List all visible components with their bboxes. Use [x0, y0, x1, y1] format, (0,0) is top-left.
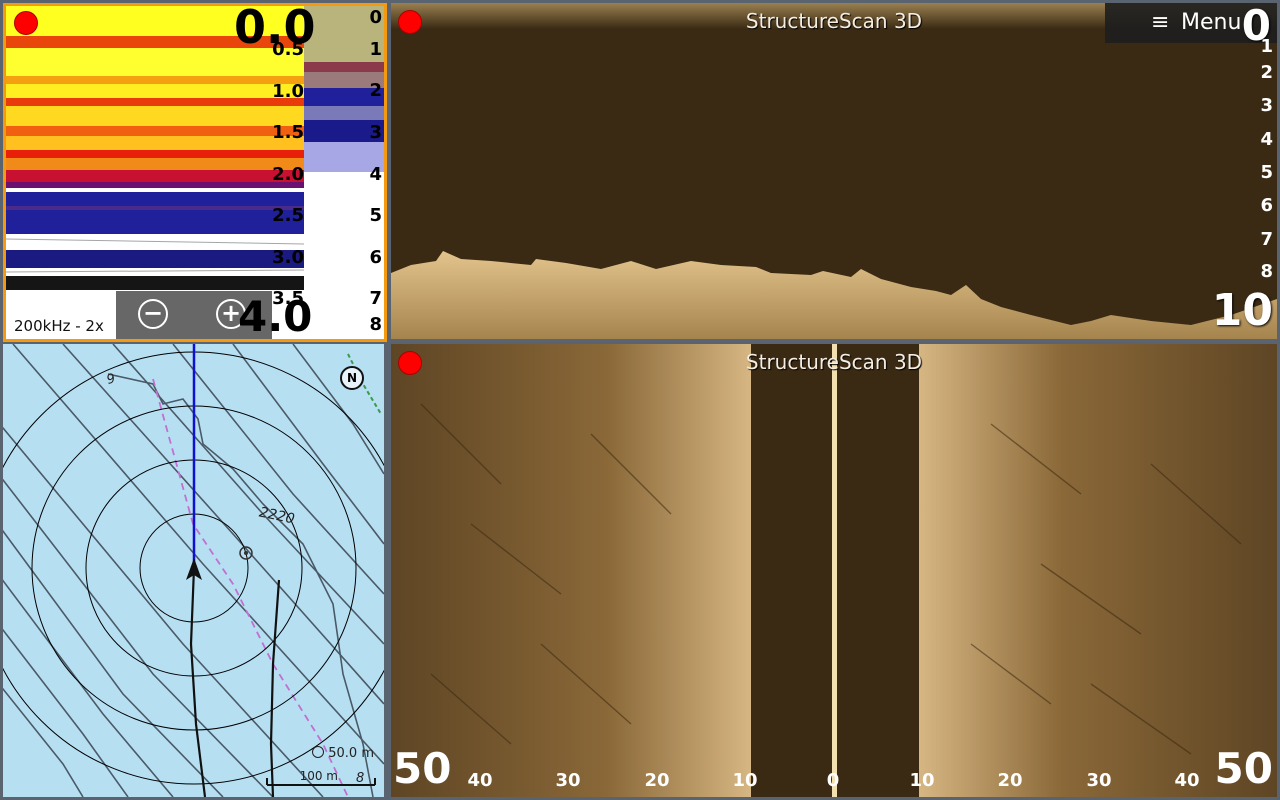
chart-pane[interactable]: N 9 2220 50.0 m 100 m 8: [3, 344, 384, 797]
strip-depth-label: 5: [369, 205, 382, 226]
scale-bar-label: 100 m: [299, 769, 338, 783]
record-indicator: [14, 11, 38, 35]
range-ring-label: 50.0 m: [328, 746, 374, 761]
hamburger-icon: ≡: [1151, 10, 1170, 35]
strip-depth-label: 0: [369, 7, 382, 28]
sonar-pane[interactable]: 0.0 0.5 1.0 1.5 2.0 2.5 3.0 3.5 0 1 2 3 …: [3, 3, 387, 342]
strip-depth-label: 3: [369, 122, 382, 143]
depth-scale-label: 7: [1260, 229, 1273, 250]
sonar-echogram: [6, 6, 304, 339]
strip-depth-label: 6: [369, 247, 382, 268]
downscan-image: [391, 3, 1277, 339]
frequency-label: 200kHz - 2x: [14, 317, 104, 335]
sonar-depth-label: 2.5: [272, 205, 304, 226]
depth-scale-label: 1: [1260, 36, 1273, 57]
depth-scale-label: 6: [1260, 195, 1273, 216]
strip-depth-label: 7: [369, 288, 382, 309]
range-tick-label: 10: [732, 770, 758, 791]
compass-icon[interactable]: N: [340, 366, 364, 390]
range-tick-label: 20: [644, 770, 670, 791]
depth-contour-label: 8: [356, 771, 365, 786]
sonar-depth-label: 1.0: [272, 81, 304, 102]
range-tick-label: 0: [826, 770, 840, 791]
sonar-depth-label: 2.0: [272, 164, 304, 185]
range-tick-label: 30: [1086, 770, 1112, 791]
strip-depth-label: 4: [369, 164, 382, 185]
range-tick-label: 20: [997, 770, 1023, 791]
depth-scale-label: 8: [1260, 261, 1273, 282]
range-tick-label: 40: [1174, 770, 1200, 791]
pane-title: StructureScan 3D: [745, 350, 923, 374]
structurescan-side-pane[interactable]: StructureScan 3D 50 50 40 30 20 10 0 10 …: [391, 344, 1277, 797]
range-right-readout: 50: [1214, 744, 1273, 793]
range-tick-label: 10: [909, 770, 935, 791]
structurescan-down-pane[interactable]: StructureScan 3D ≡ Menu 0 1 2 3 4 5 6 7 …: [391, 3, 1277, 339]
range-left-readout: 50: [393, 744, 452, 793]
strip-depth-label: 1: [369, 39, 382, 60]
depth-scale-label: 2: [1260, 62, 1273, 83]
sidescan-image: [391, 344, 1277, 797]
range-tick-label: 30: [555, 770, 581, 791]
depth-bottom-readout: 10: [1211, 285, 1273, 336]
range-ring-icon: [312, 746, 325, 758]
range-tick-label: 40: [467, 770, 493, 791]
sonar-depth-label: 0.5: [272, 39, 304, 60]
sonar-depth-label: 1.5: [272, 122, 304, 143]
strip-depth-label: 8: [369, 314, 382, 335]
sonar-depth-label: 3.0: [272, 247, 304, 268]
strip-depth-label: 2: [369, 80, 382, 101]
range-ring-scale: 50.0 m: [312, 746, 374, 761]
zoom-out-button[interactable]: −: [138, 299, 168, 329]
nautical-chart: [3, 344, 384, 797]
north-label: N: [346, 371, 358, 385]
depth-scale-label: 3: [1260, 95, 1273, 116]
depth-scale-label: 5: [1260, 162, 1273, 183]
depth-scale-label: 4: [1260, 129, 1273, 150]
menu-label: Menu: [1181, 10, 1242, 35]
depth-bottom-readout: 4.0: [238, 292, 313, 341]
